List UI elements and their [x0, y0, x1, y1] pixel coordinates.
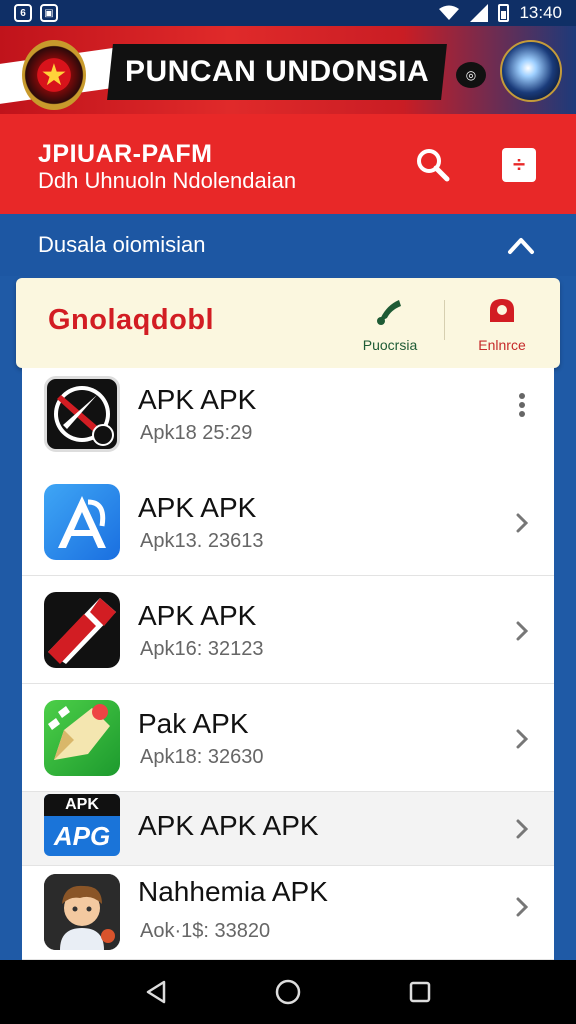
list-item[interactable]: APK APK Apk16: 32123 [22, 576, 554, 684]
filter-action-alert[interactable]: Enlnrce [462, 296, 542, 353]
recents-button[interactable] [400, 972, 440, 1012]
globe-icon [500, 40, 562, 102]
list-item[interactable]: APK APK Apk18 25:29 [22, 368, 554, 476]
signal-icon [470, 4, 489, 22]
apk-badge-bottom: APG [53, 821, 111, 851]
app-subtitle: Apk18 25:29 [140, 422, 253, 444]
chevron-right-button[interactable] [512, 616, 532, 646]
compass-app-icon [44, 376, 120, 452]
app-subtitle: Apk18: 32630 [140, 746, 264, 768]
banner-title-box: PUNCAN UNDONSIA [107, 44, 447, 100]
chevron-right-button[interactable] [512, 508, 532, 538]
banner-badge-icon: ◎ [456, 62, 486, 88]
list-item[interactable]: APK APG APK APK APK [22, 792, 554, 866]
appstore-icon [44, 484, 120, 560]
calculator-icon: ÷ [502, 148, 536, 182]
search-button[interactable] [410, 142, 456, 188]
app-title: Pak APK [138, 708, 249, 739]
app-title: APK APK [138, 492, 257, 523]
filter-divider [444, 300, 445, 340]
apk-badge-top: APK [44, 794, 120, 816]
apk-badge-icon: APK APG [44, 794, 120, 856]
chevron-right-button[interactable] [512, 814, 532, 844]
app-title: APK APK [138, 384, 257, 415]
search-icon [417, 149, 450, 182]
status-time: 13:40 [519, 3, 562, 22]
pencil-app-icon [44, 700, 120, 776]
app-title: APK APK [138, 600, 257, 631]
app-subtitle: Aok·1$: 33820 [140, 920, 271, 942]
app-subtitle: Apk13. 23613 [140, 530, 264, 552]
app-title: Nahhemia APK [138, 876, 328, 907]
filter-action-label: Enlnrce [478, 337, 526, 353]
app-list: APK APK Apk18 25:29 APK APK Apk13. 23613 [22, 368, 554, 960]
chevron-right-button[interactable] [512, 892, 532, 922]
banner-title: PUNCAN UNDONSIA [124, 55, 430, 88]
avatar-app-icon [44, 874, 120, 950]
list-item[interactable]: Pak APK Apk18: 32630 [22, 684, 554, 792]
filter-card: Gnolaqdobl Puocrsia Enlnrce [16, 278, 560, 368]
filter-label: Gnolaqdobl [48, 304, 215, 336]
section-title: Dusala oiomisian [38, 232, 206, 257]
filter-action-music[interactable]: Puocrsia [350, 296, 430, 353]
emblem-icon: ★ [22, 40, 86, 110]
chevron-right-button[interactable] [512, 724, 532, 754]
back-button[interactable] [136, 972, 176, 1012]
more-vert-icon [519, 393, 525, 417]
app-title: APK APK APK [138, 810, 319, 841]
flag-app-icon [44, 592, 120, 668]
status-notifications: 6 ▣ [14, 4, 58, 22]
chevron-right-icon [516, 819, 528, 839]
list-item[interactable]: Nahhemia APK Aok·1$: 33820 [22, 866, 554, 960]
promo-banner[interactable]: ★ PUNCAN UNDONSIA ◎ [0, 26, 576, 114]
section-bar: Dusala oiomisian [0, 214, 576, 276]
list-item[interactable]: APK APK Apk13. 23613 [22, 468, 554, 576]
home-button[interactable] [268, 972, 308, 1012]
collapse-button[interactable] [502, 226, 540, 264]
app-subtitle: Apk16: 32123 [140, 638, 264, 660]
music-note-icon [377, 300, 401, 325]
alert-icon [490, 299, 514, 322]
chevron-right-icon [516, 621, 528, 641]
chevron-right-icon [516, 513, 528, 533]
app-title: JPIUAR-PAFM [38, 140, 213, 168]
calculator-button[interactable]: ÷ [496, 142, 542, 188]
battery-icon [498, 4, 510, 22]
app-header: JPIUAR-PAFM Ddh Uhnuoln Ndolendaian ÷ [0, 114, 576, 214]
recents-square-icon [409, 981, 431, 1003]
status-bar: 6 ▣ 13:40 [0, 0, 576, 26]
chevron-up-icon [508, 238, 534, 254]
notification-icon: 6 [14, 4, 32, 22]
chevron-right-icon [516, 729, 528, 749]
system-nav-bar [0, 960, 576, 1024]
chevron-right-icon [516, 897, 528, 917]
wifi-icon [439, 5, 460, 20]
filter-action-label: Puocrsia [362, 337, 418, 353]
app-subtitle: Ddh Uhnuoln Ndolendaian [38, 168, 297, 193]
photo-notification-icon: ▣ [40, 4, 58, 22]
back-triangle-icon [146, 980, 166, 1004]
more-options-button[interactable] [512, 390, 532, 420]
app-screen: 6 ▣ 13:40 ★ PUNCAN UNDONSIA ◎ JPIUAR-PAF… [0, 0, 576, 1024]
status-indicators: 13:40 [438, 3, 562, 23]
home-circle-icon [275, 979, 301, 1005]
